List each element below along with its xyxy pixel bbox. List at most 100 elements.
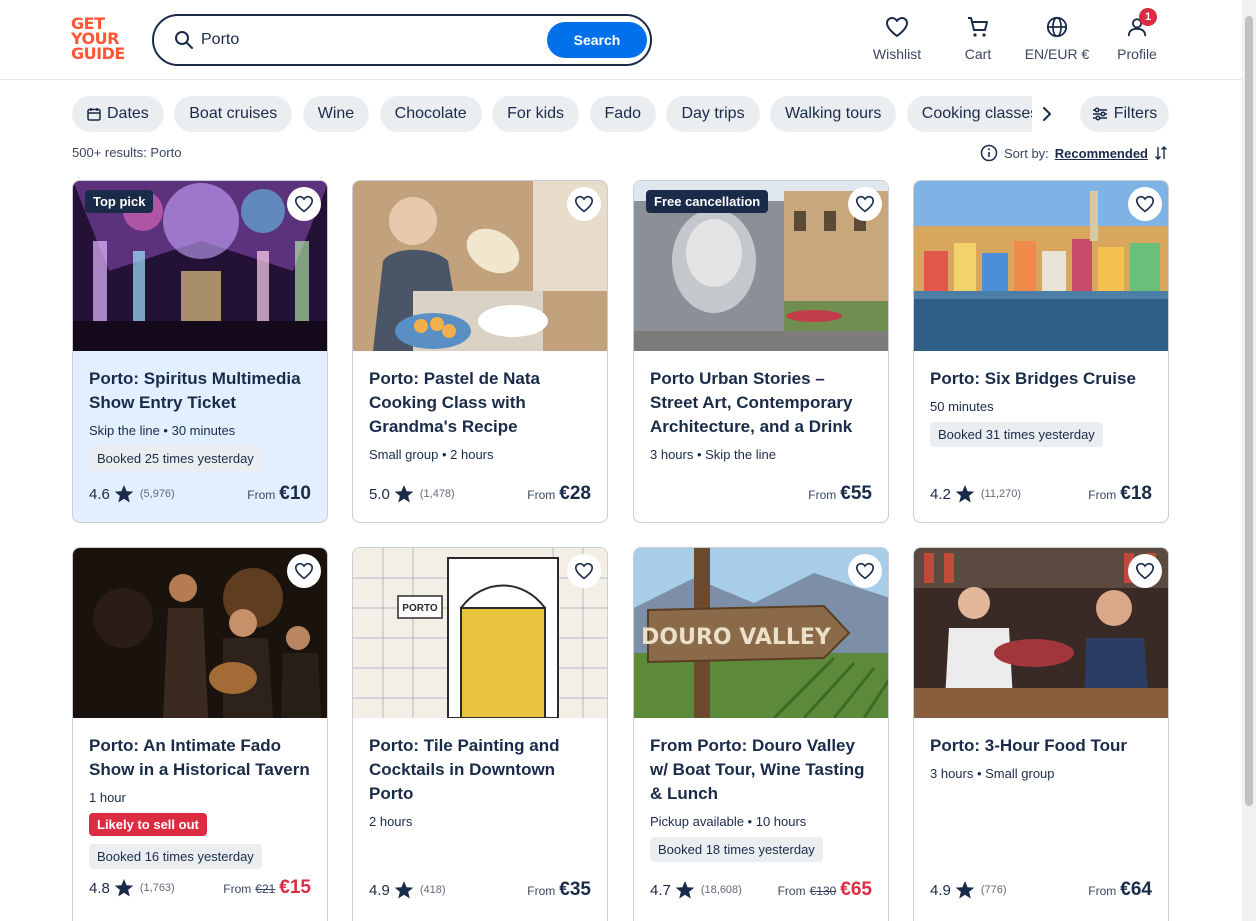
cart-nav[interactable]: Cart [960,16,996,66]
chip-boat-cruises[interactable]: Boat cruises [174,96,293,132]
activity-meta: Small group • 2 hours [369,447,494,462]
wishlist-heart-button[interactable] [287,554,321,588]
activity-image [73,548,327,718]
porto-sign-text: PORTO [402,603,438,614]
activity-meta: Skip the line • 30 minutes [89,423,236,438]
activity-card[interactable]: PORTO Porto: Tile Painting and Cocktails… [352,547,608,921]
activity-card[interactable]: Top pick Porto: Spiritus Multimedia Show… [72,180,328,523]
card-footer: 4.7 (18,608) From €130 €65 [650,878,872,902]
wishlist-nav[interactable]: Wishlist [872,16,922,66]
activity-title[interactable]: Porto: Spiritus Multimedia Show Entry Ti… [89,367,311,415]
wishlist-heart-button[interactable] [848,187,882,221]
review-count: (1,478) [419,488,455,500]
chip-label: Dates [107,105,149,122]
activity-card[interactable]: Porto: Pastel de Nata Cooking Class with… [352,180,608,523]
wishlist-heart-button[interactable] [287,187,321,221]
likely-to-sell-out-badge: Likely to sell out [89,813,207,836]
wishlist-heart-button[interactable] [1128,554,1162,588]
activity-card[interactable]: Porto: Six Bridges Cruise 50 minutes Boo… [913,180,1169,523]
page-scrollbar[interactable] [1242,0,1256,921]
wishlist-heart-button[interactable] [1128,187,1162,221]
activity-title[interactable]: From Porto: Douro Valley w/ Boat Tour, W… [650,734,872,806]
wishlist-heart-button[interactable] [567,187,601,221]
activity-card[interactable]: DOURO VALLEY From Porto: Douro Valley w/… [633,547,889,921]
activity-card[interactable]: Porto: 3-Hour Food Tour 3 hours • Small … [913,547,1169,921]
review-count: (11,270) [980,488,1022,500]
chip-label: Boat cruises [189,105,278,122]
star-icon [955,485,975,503]
activity-title[interactable]: Porto: Pastel de Nata Cooking Class with… [369,367,591,439]
price-from: From [527,488,556,502]
wishlist-heart-button[interactable] [567,554,601,588]
chip-fado[interactable]: Fado [589,96,656,132]
chip-label: Day trips [681,105,745,122]
chip-chocolate[interactable]: Chocolate [379,96,482,132]
rating-value: 4.9 [930,881,951,899]
notification-badge: 1 [1139,8,1157,26]
wishlist-label: Wishlist [872,46,922,62]
locale-nav[interactable]: EN/EUR € [1022,16,1092,66]
sort-control[interactable]: Sort by: Recommended [980,144,1168,162]
rating: 5.0 (1,478) [369,484,455,504]
activity-title[interactable]: Porto Urban Stories – Street Art, Contem… [650,367,872,439]
chip-cooking-classes[interactable]: Cooking classes [906,96,1032,132]
chip-label: Cooking classes [921,105,1032,122]
chevron-right-icon[interactable] [1036,102,1058,126]
search-input[interactable] [201,28,531,52]
card-footer: 4.6 (5,976) From €10 [89,482,311,506]
price-from: From [808,488,837,502]
filters-label: Filters [1113,105,1158,122]
sort-value[interactable]: Recommended [1055,146,1148,161]
card-body: Porto: Pastel de Nata Cooking Class with… [369,367,591,462]
price-amount: €64 [1120,879,1152,900]
rating: 4.7 (18,608) [650,880,742,900]
activity-title[interactable]: Porto: An Intimate Fado Show in a Histor… [89,734,311,782]
wishlist-heart-button[interactable] [848,554,882,588]
getyourguide-logo[interactable]: GET YOUR GUIDE [71,16,131,64]
rating-value: 4.6 [89,485,110,503]
review-count: (5,976) [139,488,175,500]
search-button[interactable]: Search [547,22,647,58]
activity-title[interactable]: Porto: Tile Painting and Cocktails in Do… [369,734,591,806]
activity-card[interactable]: Porto: An Intimate Fado Show in a Histor… [72,547,328,921]
heart-icon [294,195,314,213]
activity-title[interactable]: Porto: 3-Hour Food Tour [930,734,1152,758]
cart-icon [968,17,988,37]
review-count: (1,763) [139,882,175,894]
activity-meta: 1 hour [89,790,126,805]
price-from: From [1088,884,1117,898]
rating: 4.9 (418) [369,880,446,900]
heart-icon [574,562,594,580]
card-footer: 4.8 (1,763) From €21 €15 [89,876,311,900]
chip-dates[interactable]: Dates [72,96,164,132]
price-from: From [247,488,276,502]
price-amount: €18 [1120,483,1152,504]
activity-card[interactable]: Free cancellation Porto Urban Stories – … [633,180,889,523]
chip-wine[interactable]: Wine [302,96,370,132]
results-count: 500+ results: Porto [72,145,182,160]
activity-title[interactable]: Porto: Six Bridges Cruise [930,367,1152,391]
scrollbar-thumb[interactable] [1245,16,1253,806]
douro-sign-text: DOURO VALLEY [641,625,832,650]
review-count: (776) [980,884,1007,896]
activity-meta: Pickup available • 10 hours [650,814,807,829]
price-amount: €28 [559,483,591,504]
info-icon[interactable] [980,144,998,162]
price-from: From [527,884,556,898]
chip-for-kids[interactable]: For kids [492,96,580,132]
search-bar: Search [152,14,652,66]
profile-nav[interactable]: 1 Profile [1114,8,1160,66]
rating-value: 4.8 [89,879,110,897]
price-from: From [1088,488,1117,502]
calendar-icon [87,108,101,121]
chip-label: Chocolate [394,105,467,122]
card-body: Porto Urban Stories – Street Art, Contem… [650,367,872,462]
price: From €10 [247,483,311,505]
activity-meta: 50 minutes [930,399,994,414]
heart-icon [1135,195,1155,213]
filters-button[interactable]: Filters [1080,96,1169,132]
booked-badge: Booked 16 times yesterday [89,844,262,869]
sort-label: Sort by: [1004,145,1049,161]
chip-walking-tours[interactable]: Walking tours [770,96,897,132]
chip-day-trips[interactable]: Day trips [666,96,760,132]
